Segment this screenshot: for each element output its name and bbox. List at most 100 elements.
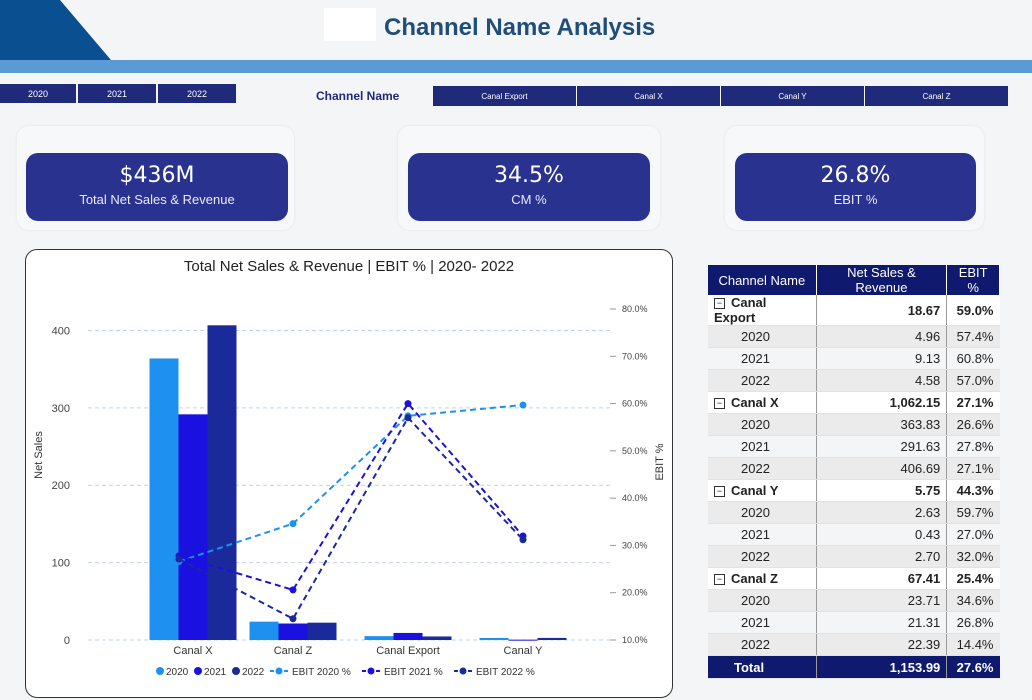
collapse-icon[interactable]: − [714,486,725,498]
value-cell: 406.69 [816,457,948,480]
year-cell: 2021 [708,435,817,458]
bar-2021-canal-x [178,414,208,640]
ebit-cell: 14.4% [946,633,1000,656]
table-body: − Canal Export 18.67 59.0% 2020 4.96 57.4% 2021… [708,295,1000,679]
year-chip-2020[interactable]: 2020 [0,84,76,103]
y2-tick-label: 70.0% [622,351,648,361]
legend-marker [275,667,283,675]
y2-tick-label: 10.0% [622,635,648,645]
header-channel-name[interactable]: Channel Name [708,265,817,295]
group-name: Canal Y [731,483,779,498]
table-row: 2020 363.83 26.6% [708,413,1000,436]
group-name-cell: − Canal Y [708,479,817,502]
ebit-cell: 32.0% [946,545,1000,568]
group-ebit-cell: 59.0% [946,295,1000,326]
year-chip-2021[interactable]: 2021 [78,84,156,103]
group-value-cell: 5.75 [816,479,948,502]
table-group-row[interactable]: − Canal Export 18.67 59.0% [708,295,1000,326]
channel-matrix-table: Channel Name Net Sales & Revenue EBIT % … [708,265,1000,679]
combo-chart: 0 100 200 300 400 10.0% 20.0% 30.0% 40.0% 50.0% 60… [33,304,666,678]
x-tick-label: Canal Export [376,645,440,657]
bar-2021-canal-y [508,639,538,641]
x-tick-label: Canal Z [274,645,313,657]
y2-tick-label: 80.0% [622,304,648,314]
y2-tick-label: 60.0% [622,399,648,409]
line-point [404,400,412,408]
y2-axis-title: EBIT % [654,443,666,480]
collapse-icon[interactable]: − [714,298,725,310]
year-slicer: 2020 2021 2022 [0,84,236,104]
y-tick-label: 400 [52,325,70,337]
year-cell: 2021 [708,347,817,370]
header-ebit[interactable]: EBIT % [946,265,1000,295]
channel-chip-canal-z[interactable]: Canal Z [865,86,1008,106]
table-group-row[interactable]: − Canal Y 5.75 44.3% [708,479,1000,502]
ebit-cell: 26.6% [946,413,1000,436]
channel-chip-canal-y[interactable]: Canal Y [721,86,864,106]
group-name-cell: − Canal Z [708,567,817,590]
table-row: 2022 406.69 27.1% [708,457,1000,480]
legend-marker [232,667,240,675]
ebit-cell: 27.0% [946,523,1000,546]
bar-2022-canal-x [207,325,237,640]
channel-chip-canal-x[interactable]: Canal X [577,86,720,106]
legend-marker [194,667,202,675]
table-header-row: Channel Name Net Sales & Revenue EBIT % [708,265,1000,295]
kpi-value: 26.8% [820,163,891,188]
year-chip-2022[interactable]: 2022 [158,84,236,103]
year-cell: 2020 [708,501,817,524]
table-row: 2022 4.58 57.0% [708,369,1000,392]
bar-2021-canal-export [393,632,423,640]
y-axis-title: Net Sales [33,431,45,479]
table-row: 2022 2.70 32.0% [708,545,1000,568]
y2-tick-label: 30.0% [622,540,648,550]
kpi-label: Total Net Sales & Revenue [79,192,235,207]
line-point [289,586,297,594]
total-ebit-cell: 27.6% [946,655,1000,679]
line-point [175,555,183,563]
table-group-row[interactable]: − Canal X 1,062.15 27.1% [708,391,1000,414]
value-cell: 363.83 [816,413,948,436]
year-cell: 2022 [708,545,817,568]
year-cell: 2021 [708,611,817,634]
channel-chip-canal-export[interactable]: Canal Export [433,86,576,106]
legend-label: 2020 [166,667,189,678]
y-tick-label: 100 [52,558,70,570]
y2-tick-label: 40.0% [622,493,648,503]
year-cell: 2022 [708,457,817,480]
y2-tick-label: 50.0% [622,446,648,456]
bar-2022-canal-z [307,622,337,640]
line-point [289,520,297,528]
group-value-cell: 67.41 [816,567,948,590]
total-value-cell: 1,153.99 [816,655,948,679]
table-row: 2020 4.96 57.4% [708,325,1000,348]
group-name-cell: − Canal Export [708,295,817,326]
bar-2020-canal-y [479,637,509,640]
collapse-icon[interactable]: − [714,398,725,410]
year-cell: 2020 [708,589,817,612]
value-cell: 2.63 [816,501,948,524]
y-tick-label: 200 [52,480,70,492]
table-group-row[interactable]: − Canal Z 67.41 25.4% [708,567,1000,590]
legend-label: 2022 [242,667,265,678]
header-net-sales[interactable]: Net Sales & Revenue [816,265,948,295]
bar-2020-canal-x [149,358,179,640]
value-cell: 23.71 [816,589,948,612]
bar-2020-canal-export [364,636,394,640]
value-cell: 4.96 [816,325,948,348]
ebit-cell: 57.4% [946,325,1000,348]
collapse-icon[interactable]: − [714,574,725,586]
kpi-label: CM % [511,192,547,207]
ebit-cell: 27.1% [946,457,1000,480]
line-point [519,401,527,409]
ebit-cell: 60.8% [946,347,1000,370]
x-tick-label: Canal Y [504,645,544,657]
year-cell: 2020 [708,413,817,436]
legend-marker [156,667,164,675]
kpi-value: 34.5% [494,163,564,188]
bar-2021-canal-z [278,623,308,640]
group-ebit-cell: 44.3% [946,479,1000,502]
year-cell: 2022 [708,633,817,656]
group-value-cell: 18.67 [816,295,948,326]
value-cell: 9.13 [816,347,948,370]
